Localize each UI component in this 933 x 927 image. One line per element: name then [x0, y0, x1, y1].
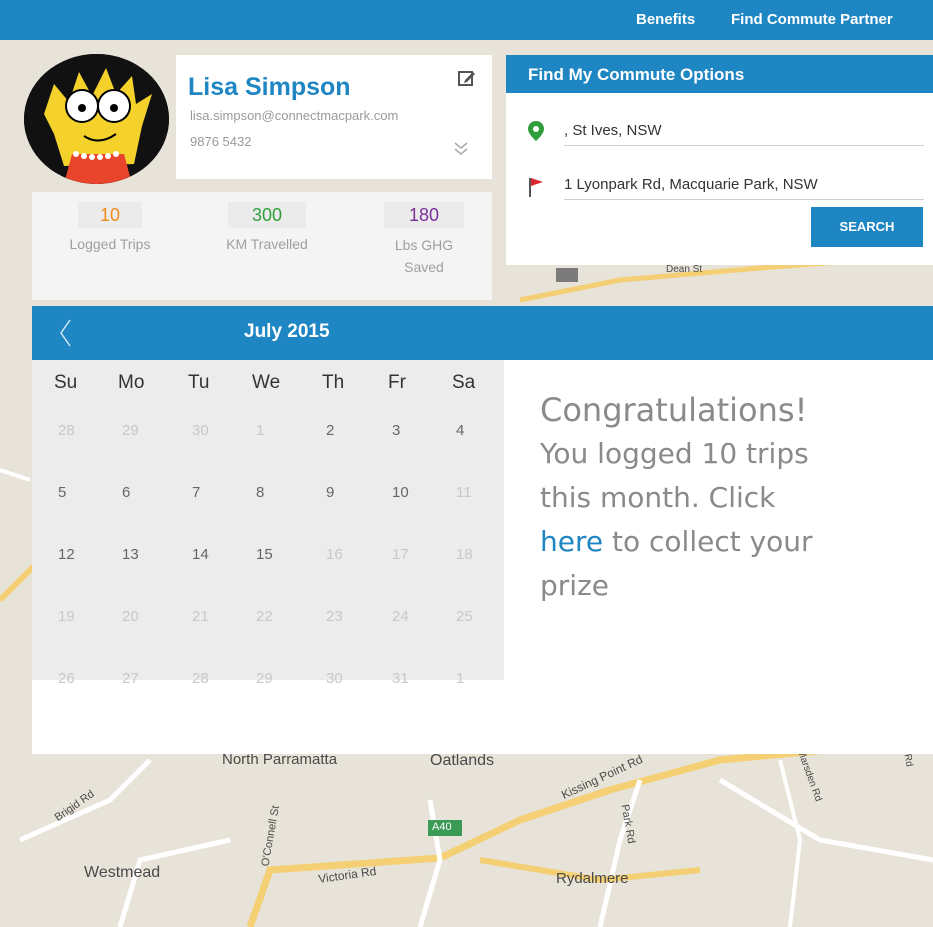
calendar-day[interactable]: 17	[392, 546, 409, 563]
map-label-north-parramatta: North Parramatta	[222, 751, 338, 768]
calendar-day[interactable]: 2	[326, 422, 334, 439]
map-pin-icon	[528, 121, 544, 141]
calendar-month-title: July 2015	[244, 321, 330, 342]
calendar-day[interactable]: 1	[256, 422, 264, 439]
collect-prize-link[interactable]: here	[540, 525, 603, 558]
flag-icon	[529, 178, 543, 197]
calendar-day[interactable]: 8	[256, 484, 264, 501]
stat-logged-trips-value: 10	[78, 202, 142, 228]
calendar-day[interactable]: 5	[58, 484, 66, 501]
congrats-line-3: this month. Click	[540, 481, 776, 514]
top-nav-bar: Benefits Find Commute Partner	[0, 0, 933, 40]
commute-options-panel: Find My Commute Options , St Ives, NSW 1…	[506, 55, 933, 265]
map-label-a40: A40	[432, 821, 452, 833]
stat-ghg-saved-value: 180	[384, 202, 464, 228]
map-label-westmead: Westmead	[84, 864, 161, 881]
calendar-day[interactable]: 27	[122, 670, 139, 687]
calendar-day[interactable]: 18	[456, 546, 473, 563]
calendar-day[interactable]: 4	[456, 422, 464, 439]
weekday-header: We	[252, 372, 281, 393]
weekday-header: Fr	[388, 372, 406, 393]
weekday-header: Sa	[452, 372, 476, 393]
stats-card: 10 300 180 Logged Trips KM Travelled Lbs…	[32, 192, 492, 300]
congrats-line-2: You logged 10 trips	[540, 437, 809, 470]
calendar-day[interactable]: 29	[256, 670, 273, 687]
calendar-day[interactable]: 28	[58, 422, 75, 439]
congratulations-message: Congratulations! You logged 10 trips thi…	[540, 388, 900, 608]
calendar-day[interactable]: 21	[192, 608, 209, 625]
commute-panel-header: Find My Commute Options	[506, 55, 933, 93]
calendar-day[interactable]: 30	[326, 670, 343, 687]
destination-input[interactable]: 1 Lyonpark Rd, Macquarie Park, NSW	[564, 171, 924, 200]
profile-phone: 9876 5432	[190, 134, 252, 149]
stat-logged-trips-label: Logged Trips	[69, 236, 151, 252]
chevron-left-icon[interactable]	[58, 318, 72, 348]
calendar-header: July 2015	[32, 306, 933, 360]
commute-panel-title: Find My Commute Options	[528, 65, 745, 84]
calendar-day[interactable]: 13	[122, 546, 139, 563]
calendar-day[interactable]: 31	[392, 670, 409, 687]
calendar-day[interactable]: 16	[326, 546, 343, 563]
weekday-header: Th	[322, 372, 345, 393]
profile-name: Lisa Simpson	[188, 73, 351, 101]
calendar-grid: Su Mo Tu We Th Fr Sa 28 29 30 1 2 3 4 5 6 7 8 9 10 11 12 13 14 1…	[32, 360, 504, 687]
calendar-day[interactable]: 26	[58, 670, 75, 687]
avatar	[24, 54, 169, 184]
stat-km-travelled-label: KM Travelled	[226, 236, 308, 252]
map-label-dean-st: Dean St	[666, 264, 703, 275]
calendar-day[interactable]: 19	[58, 608, 75, 625]
calendar-day[interactable]: 28	[192, 670, 209, 687]
profile-card: Lisa Simpson lisa.simpson@connectmacpark…	[176, 55, 492, 179]
congrats-line-4-text: to collect your	[603, 525, 813, 558]
profile-email: lisa.simpson@connectmacpark.com	[190, 108, 399, 123]
stat-ghg-saved-label: Lbs GHG Saved	[394, 237, 454, 275]
calendar-day[interactable]: 29	[122, 422, 139, 439]
stat-km-travelled-value: 300	[228, 202, 306, 228]
weekday-header: Tu	[188, 372, 210, 393]
nav-benefits-link[interactable]: Benefits	[636, 11, 695, 28]
calendar-day[interactable]: 30	[192, 422, 209, 439]
calendar-day[interactable]: 24	[392, 608, 409, 625]
avatar-illustration	[24, 54, 169, 184]
calendar-day[interactable]: 15	[256, 546, 273, 563]
calendar-day[interactable]: 6	[122, 484, 130, 501]
search-button[interactable]: SEARCH	[811, 207, 923, 247]
congrats-line-5: prize	[540, 569, 609, 602]
congrats-line-4: here to collect your	[540, 520, 900, 564]
calendar-day[interactable]: 3	[392, 422, 400, 439]
calendar-day[interactable]: 12	[58, 546, 75, 563]
calendar-day[interactable]: 1	[456, 670, 464, 687]
weekday-header: Su	[54, 372, 78, 393]
calendar-day[interactable]: 9	[326, 484, 334, 501]
calendar-day[interactable]: 7	[192, 484, 200, 501]
app-screen: North Parramatta Oatlands Westmead Rydal…	[0, 0, 933, 927]
calendar-day[interactable]: 23	[326, 608, 343, 625]
calendar-day[interactable]: 14	[192, 546, 209, 563]
calendar-day[interactable]: 25	[456, 608, 473, 625]
calendar-day[interactable]: 11	[456, 484, 472, 501]
calendar-day[interactable]: 22	[256, 608, 273, 625]
congrats-heading: Congratulations!	[540, 391, 808, 429]
nav-find-commute-partner-link[interactable]: Find Commute Partner	[731, 11, 893, 28]
weekday-header: Mo	[118, 372, 145, 393]
calendar-day[interactable]: 20	[122, 608, 139, 625]
calendar-day[interactable]: 10	[392, 484, 409, 501]
chevron-down-icon[interactable]	[452, 139, 470, 157]
edit-icon[interactable]	[458, 69, 476, 87]
map-label-oatlands: Oatlands	[430, 752, 495, 769]
origin-input[interactable]: , St Ives, NSW	[564, 117, 924, 146]
map-label-rydalmere: Rydalmere	[556, 870, 629, 887]
